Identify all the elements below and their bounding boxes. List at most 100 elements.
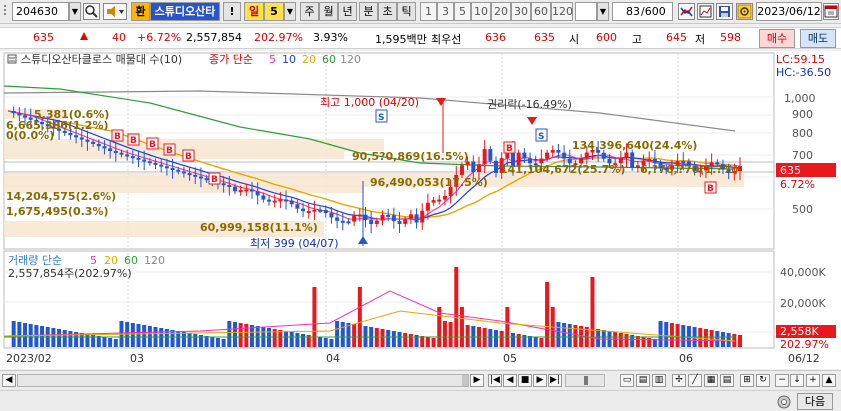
- interval-3-button[interactable]: 3: [437, 2, 454, 21]
- interval-dropdown-arrow[interactable]: ▼: [597, 2, 609, 21]
- open-label: 시: [569, 33, 580, 46]
- svg-text:S: S: [538, 132, 544, 142]
- zoom-out-button[interactable]: −: [775, 374, 789, 387]
- trade-volume: 2,557,854: [186, 31, 242, 44]
- layout-2-icon[interactable]: ▤: [636, 374, 650, 387]
- search-icon[interactable]: [83, 3, 100, 20]
- legend-ma60: 60: [322, 53, 336, 66]
- interval-120-button[interactable]: 120: [551, 2, 573, 21]
- draw-tool-icon[interactable]: ▦: [704, 374, 718, 387]
- stock-chart[interactable]: BBBBBBBBSS 스튜디오산타클로스 매물대 수(10) 종가 단순 5 1…: [0, 51, 841, 369]
- period-week-button[interactable]: 주: [300, 2, 319, 21]
- settings-icon[interactable]: [776, 394, 792, 410]
- annotation-vp1: 134,396,640(24.4%): [572, 139, 697, 152]
- annotation-high: 최고 1,000 (04/20): [320, 96, 419, 109]
- calendar-icon[interactable]: [823, 3, 839, 20]
- stock-code-input[interactable]: 204630: [12, 2, 69, 21]
- interval-20-button[interactable]: 20: [491, 2, 511, 21]
- play-forward-icon[interactable]: ▶: [533, 374, 547, 387]
- x-label-06-12: 06/12: [788, 352, 820, 365]
- zoom-fit-icon[interactable]: ⊞: [740, 374, 754, 387]
- best-ask: 636: [485, 31, 506, 44]
- high-price: 645: [666, 31, 687, 44]
- svg-text:B: B: [506, 144, 513, 154]
- annotation-vp2: 90,5?0,869(16.5%): [352, 150, 469, 163]
- toolbar: 204630 ▼ 환 스튜디오산타 ! 일 5 ▼ 주 월 년 분 초 틱 1 …: [0, 0, 841, 24]
- stop-icon[interactable]: ■: [518, 374, 532, 387]
- layout-1-icon[interactable]: ▭: [620, 374, 634, 387]
- current-price: 635: [33, 31, 54, 44]
- period-day-button[interactable]: 일: [244, 2, 264, 21]
- period-minute-button[interactable]: 분: [359, 2, 378, 21]
- next-button[interactable]: 다음: [797, 393, 833, 410]
- refresh-icon[interactable]: ↻: [756, 374, 770, 387]
- sell-button[interactable]: 매도: [800, 29, 836, 48]
- play-back-icon[interactable]: ◀: [503, 374, 517, 387]
- scroll-track[interactable]: [17, 374, 469, 387]
- interval-60-button[interactable]: 60: [531, 2, 551, 21]
- y-tick-800: 800: [792, 127, 813, 140]
- exchange-button[interactable]: 환: [131, 2, 150, 21]
- interval-custom-input[interactable]: [575, 2, 597, 21]
- period-month-button[interactable]: 월: [319, 2, 338, 21]
- scroll-left-button[interactable]: ◀: [2, 374, 16, 387]
- volume-ma120: 120: [144, 254, 165, 267]
- period-year-button[interactable]: 년: [338, 2, 357, 21]
- legend-toggle-icon[interactable]: [7, 54, 17, 64]
- x-label-06: 06: [679, 352, 693, 365]
- scroll-up-button[interactable]: ▲: [822, 374, 836, 387]
- interval-1-button[interactable]: 1: [420, 2, 437, 21]
- scroll-thumb[interactable]: [462, 375, 468, 386]
- code-dropdown-arrow[interactable]: ▼: [69, 2, 81, 21]
- period-tick-button[interactable]: 틱: [397, 2, 416, 21]
- date-input[interactable]: 2023/06/12: [756, 2, 822, 21]
- chart-canvas[interactable]: B B BBBBBBSS 스튜디오산타클로스 매물대 수(10) 종가 단순 5 1…: [0, 51, 841, 369]
- annotation-vp8: 0(0.0%): [6, 129, 54, 142]
- crosshair-icon[interactable]: ✢: [672, 374, 686, 387]
- draw-line-icon[interactable]: ╱: [688, 374, 702, 387]
- layout-3-icon[interactable]: ▥: [652, 374, 666, 387]
- period-count-input[interactable]: 5: [264, 2, 284, 21]
- buy-button[interactable]: 매수: [759, 29, 795, 48]
- zoom-in-button[interactable]: +: [806, 374, 820, 387]
- y-tick-900: 900: [792, 108, 813, 121]
- volume-pct: 202.97%: [254, 31, 303, 44]
- stock-name-field[interactable]: 스튜디오산타: [150, 2, 220, 21]
- table-icon[interactable]: ▤: [720, 374, 734, 387]
- up-triangle-icon: [80, 31, 88, 44]
- zoom-out-small-button[interactable]: ↓: [790, 374, 804, 387]
- chart-window-icon[interactable]: [697, 3, 714, 20]
- scroll-right-button[interactable]: ▶: [470, 374, 484, 387]
- quote-bar: 635 40 +6.72% 2,557,854 202.97% 3.93% 1,…: [0, 27, 841, 49]
- first-page-icon[interactable]: |◀: [488, 374, 502, 387]
- speaker-icon[interactable]: [103, 3, 127, 20]
- period-dropdown-arrow[interactable]: ▼: [284, 2, 296, 21]
- x-label-2023-02: 2023/02: [6, 352, 52, 365]
- volume-current-pct: 202.97%: [780, 338, 829, 351]
- volume-ma5: 5: [90, 254, 97, 267]
- settings-gear-icon[interactable]: [736, 3, 753, 20]
- annotation-vp9: 14,204,575(2.6%): [6, 190, 116, 203]
- period-second-button[interactable]: 초: [378, 2, 397, 21]
- chart-arrows-icon[interactable]: [678, 3, 695, 20]
- price-change: 40: [112, 31, 126, 44]
- last-page-icon[interactable]: ▶|: [548, 374, 562, 387]
- range-total: /600: [641, 2, 673, 21]
- chart-window: 204630 ▼ 환 스튜디오산타 ! 일 5 ▼ 주 월 년 분 초 틱 1 …: [0, 0, 841, 411]
- y-current-pct: 6.72%: [780, 178, 815, 191]
- interval-5-button[interactable]: 5: [454, 2, 471, 21]
- svg-text:B: B: [707, 184, 714, 194]
- speed-slider-thumb[interactable]: [584, 376, 588, 385]
- range-input[interactable]: 83: [612, 2, 642, 21]
- interval-10-button[interactable]: 10: [471, 2, 491, 21]
- lc-label: LC:59.15: [776, 53, 825, 66]
- chart-scrollbar: ◀ ▶ |◀ ◀ ■ ▶ ▶| ▭ ▤ ▥ ✢ ╱ ▦ ▤ ⊞ ↻ − ↓ + …: [0, 370, 841, 390]
- low-label: 저: [695, 33, 706, 46]
- alert-button[interactable]: !: [223, 2, 241, 21]
- save-icon[interactable]: [716, 3, 733, 20]
- speed-slider[interactable]: [565, 374, 605, 387]
- legend-ma20: 20: [302, 53, 316, 66]
- interval-30-button[interactable]: 30: [511, 2, 531, 21]
- annotation-vp3: 96,490,053(17.5%): [370, 176, 488, 189]
- svg-text:B: B: [185, 152, 192, 162]
